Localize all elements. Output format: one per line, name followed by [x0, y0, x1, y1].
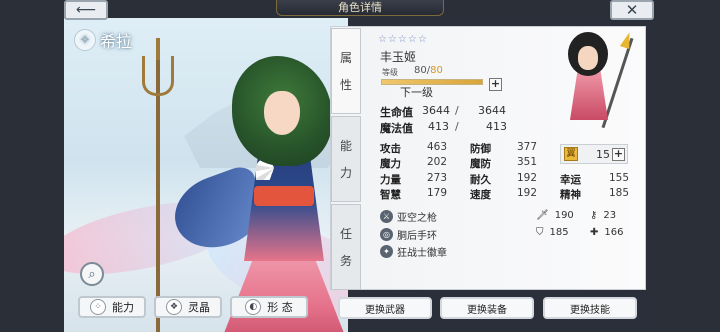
- equip-stat-shield: ⛉ 185: [536, 227, 569, 238]
- tab-attributes[interactable]: 属 性: [331, 28, 361, 114]
- spear-icon: ⚔: [380, 210, 393, 223]
- form-icon: ◐: [245, 299, 262, 315]
- equipment-badge[interactable]: ✦ 狂战士徽章: [380, 244, 447, 259]
- hp-separator: /: [455, 104, 459, 117]
- right-frame: [654, 0, 720, 332]
- portrait-body: [570, 70, 608, 120]
- equip-stat-key: ⚷ 23: [590, 210, 617, 221]
- next-level-label: 下一级: [400, 86, 433, 99]
- back-button[interactable]: ⟵: [64, 0, 108, 20]
- stat-atk: 攻击: [380, 143, 401, 155]
- page-title: 角色详情: [276, 0, 444, 16]
- change-skill-button[interactable]: 更换技能: [543, 297, 637, 319]
- mp-value: 413: [428, 120, 449, 133]
- hp-value: 3644: [422, 104, 450, 117]
- tab-form-bottom[interactable]: ◐ 形 态: [230, 296, 308, 318]
- arrow-left-icon: ⟵: [75, 2, 97, 18]
- trident-icon: [142, 38, 174, 96]
- stat-def: 防御: [470, 143, 491, 155]
- shield-icon: ⛉: [536, 227, 544, 238]
- stat-end: 耐久: [470, 174, 491, 186]
- stat-atk-value: 463: [427, 141, 448, 153]
- sword-icon: 🗡: [536, 210, 549, 221]
- level-label: 等级: [382, 68, 398, 77]
- stat-spi-value: 185: [609, 187, 630, 199]
- equip-stat-sword: 🗡 190: [536, 210, 574, 221]
- stat-mdef: 魔防: [470, 158, 491, 170]
- dots-icon: ⁘: [90, 299, 106, 315]
- character-art-name-text: 希拉: [100, 32, 133, 51]
- character-artwork: [64, 18, 348, 332]
- mp-max-value: 413: [486, 120, 507, 133]
- tab-tasks[interactable]: 任 务: [331, 204, 361, 290]
- hp-max-value: 3644: [478, 104, 506, 117]
- equipment-weapon[interactable]: ⚔ 亚空之枪: [380, 209, 437, 224]
- stat-end-value: 192: [517, 172, 538, 184]
- stat-spi: 精神: [560, 189, 581, 201]
- stat-mdef-value: 351: [517, 156, 538, 168]
- stat-points-icon: 翼: [564, 147, 578, 161]
- side-tabs: 属 性 能 力 任 务: [331, 28, 363, 290]
- close-button[interactable]: ✕: [610, 0, 654, 20]
- level-up-plus-button[interactable]: +: [489, 78, 502, 91]
- emblem-icon: ✧: [74, 29, 96, 51]
- stat-def-value: 377: [517, 141, 538, 153]
- tab-ability-bottom[interactable]: ⁘ 能力: [78, 296, 146, 318]
- mp-label: 魔法值: [380, 122, 413, 135]
- stat-points-value: 15: [596, 148, 610, 161]
- stat-spd: 速度: [470, 189, 491, 201]
- stat-mag: 魔力: [380, 158, 401, 170]
- stat-luck: 幸运: [560, 174, 581, 186]
- level-value: 80/80: [414, 65, 443, 76]
- bracelet-icon: ◎: [380, 228, 393, 241]
- character-figure: [164, 56, 348, 332]
- stat-points-plus-button[interactable]: +: [612, 148, 625, 161]
- key-icon: ⚷: [590, 210, 598, 221]
- stat-luck-value: 155: [609, 172, 630, 184]
- magnifier-icon[interactable]: ⌕: [80, 262, 104, 286]
- stat-str-value: 273: [427, 172, 448, 184]
- badge-icon: ✦: [380, 245, 393, 258]
- left-frame: [0, 0, 64, 332]
- change-weapon-button[interactable]: 更换武器: [338, 297, 432, 319]
- mp-separator: /: [455, 120, 459, 133]
- tab-crystal-bottom[interactable]: ❖ 灵晶: [154, 296, 222, 318]
- equipment-accessory[interactable]: ◎ 胴后手环: [380, 227, 437, 242]
- hp-label: 生命值: [380, 106, 413, 119]
- character-portrait: [548, 32, 642, 132]
- stat-mag-value: 202: [427, 156, 448, 168]
- character-art-name: ✧ 希拉: [74, 28, 132, 52]
- equip-stat-cross: ✚ 166: [590, 227, 624, 238]
- character-sash: [254, 186, 314, 206]
- cross-icon: ✚: [590, 227, 599, 238]
- character-face: [264, 91, 300, 135]
- stat-spd-value: 192: [517, 187, 538, 199]
- stat-int-value: 179: [427, 187, 448, 199]
- stat-str: 力量: [380, 174, 401, 186]
- character-name: 丰玉姬: [380, 50, 417, 64]
- change-equipment-button[interactable]: 更换装备: [440, 297, 534, 319]
- tab-abilities[interactable]: 能 力: [331, 116, 361, 202]
- close-x-icon: ✕: [625, 1, 639, 19]
- portrait-face: [578, 46, 598, 70]
- stat-int: 智慧: [380, 189, 401, 201]
- star-rating: ☆☆☆☆☆: [378, 34, 428, 45]
- crystal-icon: ❖: [166, 299, 182, 315]
